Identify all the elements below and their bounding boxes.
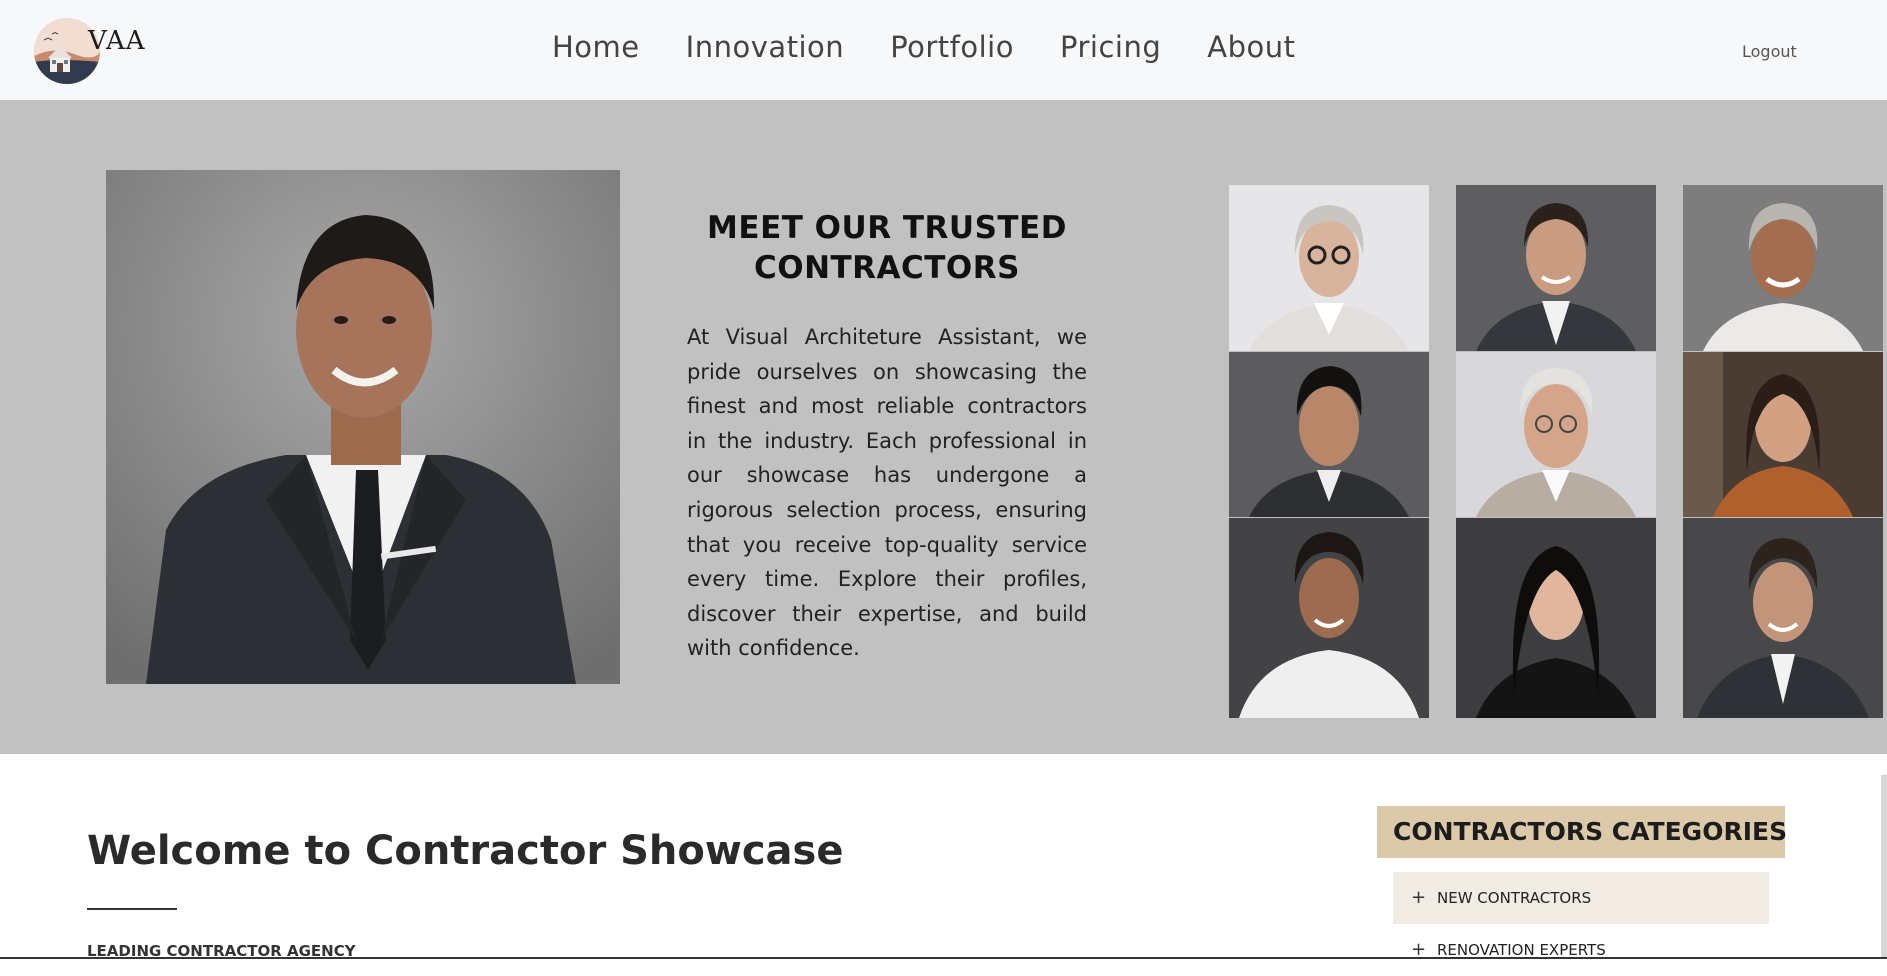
top-navbar: VAA Home Innovation Portfolio Pricing Ab… bbox=[0, 0, 1887, 100]
featured-contractor-photo bbox=[106, 170, 620, 684]
nav-portfolio[interactable]: Portfolio bbox=[890, 30, 1014, 64]
title-divider bbox=[87, 908, 177, 910]
contractor-photo[interactable] bbox=[1456, 518, 1656, 718]
contractor-photo[interactable] bbox=[1456, 352, 1656, 517]
contractor-photo[interactable] bbox=[1683, 185, 1883, 351]
nav-home[interactable]: Home bbox=[552, 30, 640, 64]
logout-link[interactable]: Logout bbox=[1742, 42, 1797, 61]
expand-plus-icon: + bbox=[1411, 887, 1427, 908]
contractor-photo[interactable] bbox=[1683, 352, 1883, 517]
hero-section: MEET OUR TRUSTED CONTRACTORS At Visual A… bbox=[0, 100, 1887, 754]
hero-description: At Visual Architeture Assistant, we prid… bbox=[687, 325, 1087, 661]
category-label: NEW CONTRACTORS bbox=[1437, 889, 1592, 907]
main-nav: Home Innovation Portfolio Pricing About bbox=[552, 30, 1296, 64]
contractor-photo[interactable] bbox=[1229, 185, 1429, 351]
hero-title-line2: CONTRACTORS bbox=[753, 250, 1020, 286]
expand-plus-icon: + bbox=[1411, 939, 1427, 960]
nav-about[interactable]: About bbox=[1207, 30, 1295, 64]
contractor-photo-grid bbox=[1229, 185, 1887, 719]
hero-title-line1: MEET OUR TRUSTED bbox=[707, 210, 1067, 246]
contractor-photo[interactable] bbox=[1229, 352, 1429, 517]
nav-pricing[interactable]: Pricing bbox=[1060, 30, 1161, 64]
page-scrollbar[interactable] bbox=[1881, 775, 1887, 959]
category-renovation-experts[interactable]: + RENOVATION EXPERTS bbox=[1393, 924, 1769, 976]
brand-name[interactable]: VAA bbox=[88, 26, 146, 56]
contractor-photo[interactable] bbox=[1683, 518, 1883, 718]
hero-title: MEET OUR TRUSTED CONTRACTORS bbox=[687, 208, 1087, 288]
categories-header: CONTRACTORS CATEGORIES bbox=[1377, 806, 1787, 858]
hero-text-block: MEET OUR TRUSTED CONTRACTORS At Visual A… bbox=[687, 208, 1087, 666]
nav-innovation[interactable]: Innovation bbox=[686, 30, 845, 64]
contractor-photo[interactable] bbox=[1229, 518, 1429, 718]
contractor-photo[interactable] bbox=[1456, 185, 1656, 351]
category-new-contractors[interactable]: + NEW CONTRACTORS bbox=[1393, 872, 1769, 924]
welcome-title: Welcome to Contractor Showcase bbox=[87, 828, 844, 874]
